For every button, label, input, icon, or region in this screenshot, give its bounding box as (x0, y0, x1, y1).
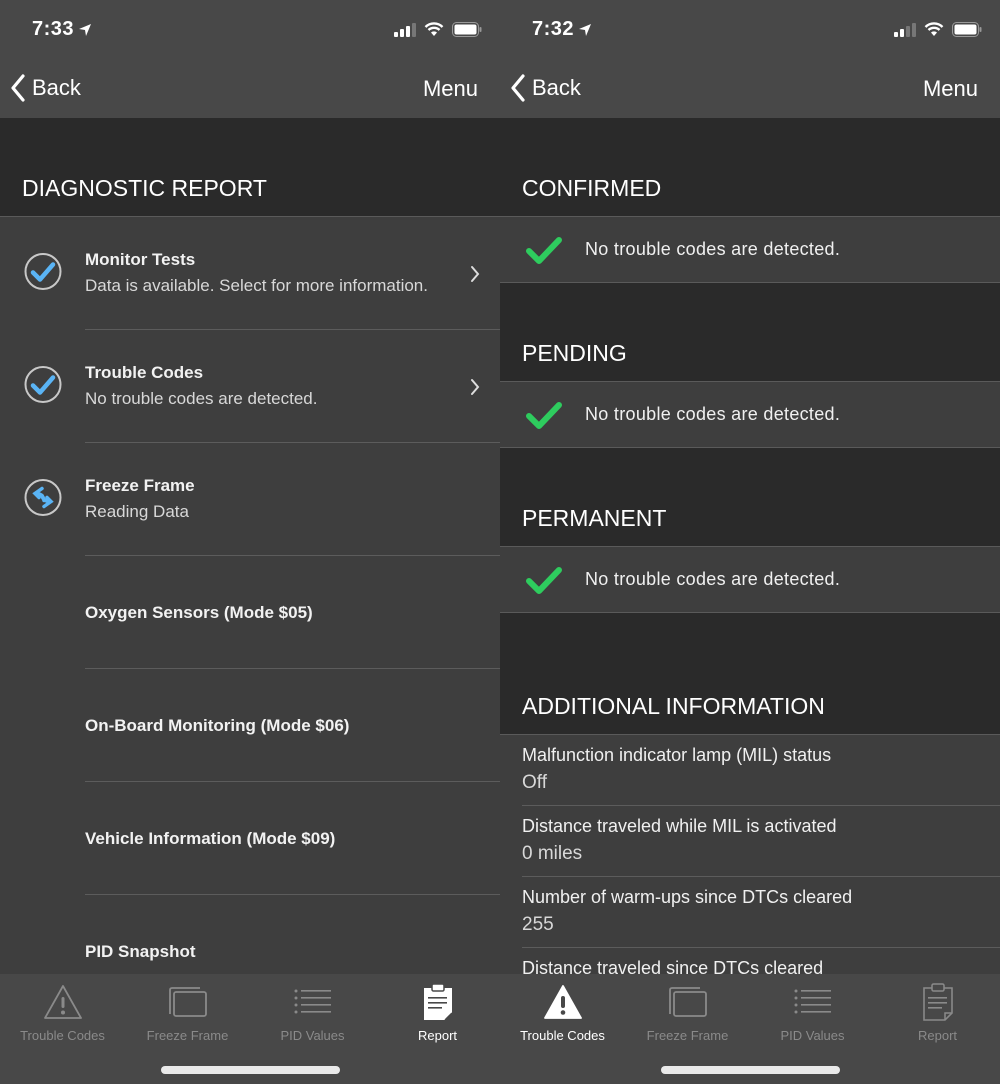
info-row-distance-cleared: Distance traveled since DTCs cleared (500, 948, 1000, 974)
info-row-warmups: Number of warm-ups since DTCs cleared 25… (500, 877, 1000, 948)
check-icon (526, 236, 562, 264)
chevron-right-icon (471, 265, 480, 282)
tab-freeze-frame[interactable]: Freeze Frame (625, 980, 750, 1043)
clipboard-icon (423, 983, 453, 1021)
nav-bar: Back Menu (500, 60, 1000, 118)
report-item-freeze-frame[interactable]: Freeze Frame Reading Data (0, 443, 500, 556)
tab-bar: Trouble Codes Freeze Frame PID Values Re… (0, 974, 500, 1084)
frames-icon (668, 987, 707, 1017)
code-row-confirmed: No trouble codes are detected. (500, 217, 1000, 283)
wifi-icon (924, 22, 944, 36)
warning-triangle-icon (543, 985, 582, 1019)
tab-report[interactable]: Report (875, 980, 1000, 1043)
signal-icon (394, 22, 416, 37)
section-header-permanent: PERMANENT (500, 448, 1000, 547)
status-time: 7:33 (32, 18, 92, 41)
tab-freeze-frame[interactable]: Freeze Frame (125, 980, 250, 1043)
tab-pid-values[interactable]: PID Values (250, 980, 375, 1043)
trouble-codes-list: CONFIRMED No trouble codes are detected.… (500, 118, 1000, 974)
tab-pid-values[interactable]: PID Values (750, 980, 875, 1043)
home-indicator[interactable] (661, 1066, 840, 1074)
chevron-left-icon (511, 74, 525, 102)
location-arrow-icon (79, 23, 92, 36)
battery-icon (952, 22, 982, 37)
clipboard-icon (922, 983, 953, 1021)
report-item-trouble-codes[interactable]: Trouble Codes No trouble codes are detect… (0, 330, 500, 443)
menu-button[interactable]: Menu (423, 76, 478, 102)
info-row-mil-status: Malfunction indicator lamp (MIL) status … (500, 735, 1000, 806)
tab-trouble-codes[interactable]: Trouble Codes (500, 980, 625, 1043)
status-bar: 7:32 (500, 0, 1000, 60)
report-item-vehicle-information[interactable]: Vehicle Information (Mode $09) (0, 782, 500, 895)
status-bar: 7:33 (0, 0, 500, 60)
report-item-on-board-monitoring[interactable]: On-Board Monitoring (Mode $06) (0, 669, 500, 782)
menu-button[interactable]: Menu (923, 76, 978, 102)
report-item-pid-snapshot[interactable]: PID Snapshot (0, 895, 500, 974)
check-circle-icon (24, 252, 62, 290)
back-button[interactable]: Back (510, 74, 581, 102)
left-screen: 7:33 Back Menu DIAGNOSTIC REPORT Monitor… (0, 0, 500, 1084)
check-icon (526, 566, 562, 594)
sync-circle-icon (24, 478, 62, 516)
check-circle-icon (24, 365, 62, 403)
report-item-monitor-tests[interactable]: Monitor Tests Data is available. Select f… (0, 217, 500, 330)
page-title: DIAGNOSTIC REPORT (0, 118, 500, 217)
report-list: DIAGNOSTIC REPORT Monitor Tests Data is a… (0, 118, 500, 974)
chevron-left-icon (11, 74, 25, 102)
section-header-confirmed: CONFIRMED (500, 118, 1000, 217)
frames-icon (168, 987, 207, 1017)
status-time: 7:32 (532, 18, 592, 41)
right-screen: 7:32 Back Menu CONFIRMED No trouble code… (500, 0, 1000, 1084)
battery-icon (452, 22, 482, 37)
tab-bar: Trouble Codes Freeze Frame PID Values Re… (500, 974, 1000, 1084)
report-item-oxygen-sensors[interactable]: Oxygen Sensors (Mode $05) (0, 556, 500, 669)
tab-report[interactable]: Report (375, 980, 500, 1043)
location-arrow-icon (579, 23, 592, 36)
code-row-permanent: No trouble codes are detected. (500, 547, 1000, 613)
warning-triangle-icon (43, 985, 82, 1019)
code-row-pending: No trouble codes are detected. (500, 382, 1000, 448)
info-row-distance-mil: Distance traveled while MIL is activated… (500, 806, 1000, 877)
signal-icon (894, 22, 916, 37)
status-icons (894, 22, 982, 37)
list-icon (794, 989, 831, 1014)
status-icons (394, 22, 482, 37)
check-icon (526, 401, 562, 429)
section-header-pending: PENDING (500, 283, 1000, 382)
nav-bar: Back Menu (0, 60, 500, 118)
tab-trouble-codes[interactable]: Trouble Codes (0, 980, 125, 1043)
chevron-right-icon (471, 378, 480, 395)
list-icon (294, 989, 331, 1014)
home-indicator[interactable] (161, 1066, 340, 1074)
wifi-icon (424, 22, 444, 36)
back-button[interactable]: Back (10, 74, 81, 102)
section-header-additional: ADDITIONAL INFORMATION (500, 613, 1000, 735)
